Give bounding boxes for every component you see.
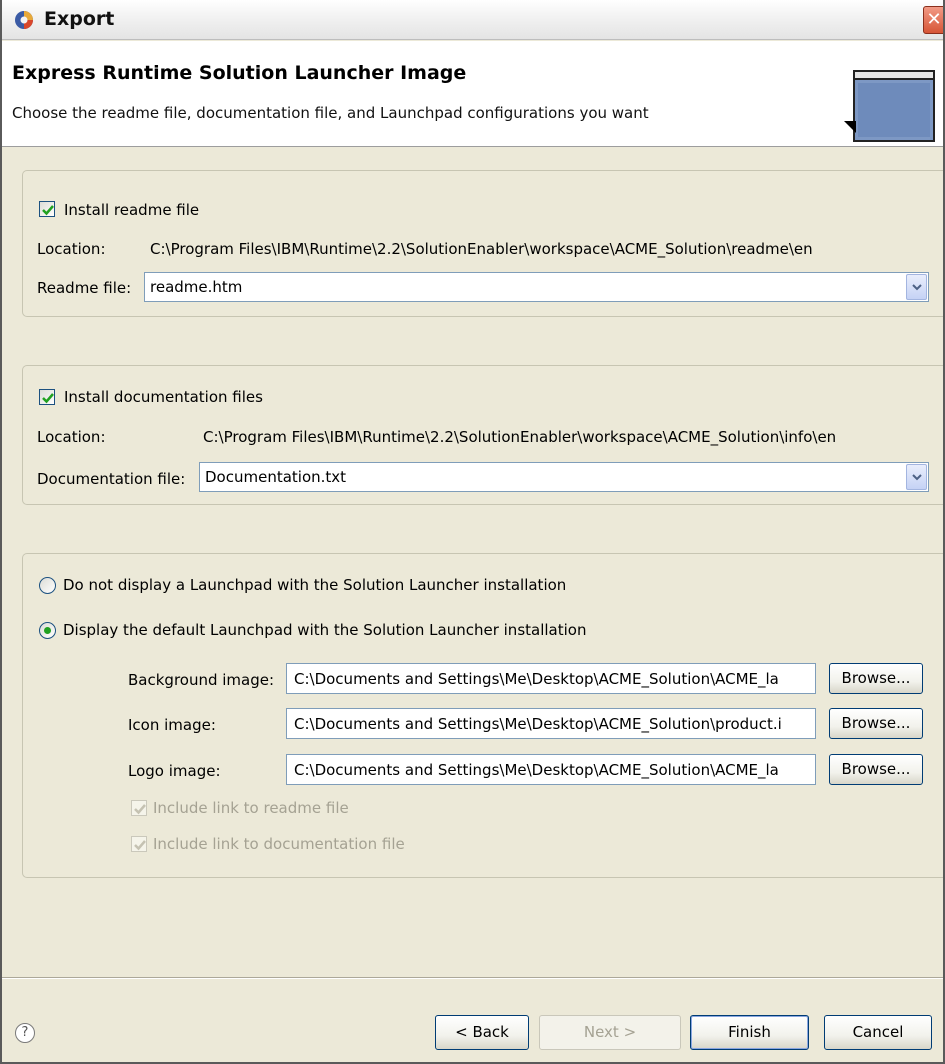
finish-button[interactable]: Finish bbox=[690, 1015, 809, 1050]
readme-file-value: readme.htm bbox=[150, 278, 243, 296]
radio-selected-dot bbox=[44, 627, 51, 634]
chevron-down-icon[interactable] bbox=[906, 464, 927, 490]
back-button-label: < Back bbox=[455, 1023, 509, 1041]
install-readme-label[interactable]: Install readme file bbox=[64, 201, 199, 219]
docs-file-label: Documentation file: bbox=[37, 470, 186, 488]
install-readme-checkbox[interactable] bbox=[39, 201, 55, 217]
docs-location-label: Location: bbox=[37, 428, 106, 446]
close-icon[interactable]: ✕ bbox=[923, 6, 943, 34]
export-banner-icon bbox=[844, 70, 935, 142]
no-launchpad-label[interactable]: Do not display a Launchpad with the Solu… bbox=[63, 576, 566, 594]
install-docs-label[interactable]: Install documentation files bbox=[64, 388, 263, 406]
logo-image-label: Logo image: bbox=[128, 762, 221, 780]
background-image-value: C:\Documents and Settings\Me\Desktop\ACM… bbox=[294, 670, 779, 688]
install-docs-checkbox[interactable] bbox=[39, 389, 55, 405]
next-button-label: Next > bbox=[583, 1023, 637, 1041]
browse-icon-button[interactable]: Browse... bbox=[829, 708, 923, 739]
icon-image-input[interactable]: C:\Documents and Settings\Me\Desktop\ACM… bbox=[286, 708, 816, 739]
logo-image-input[interactable]: C:\Documents and Settings\Me\Desktop\ACM… bbox=[286, 754, 816, 785]
documentation-group: Install documentation files Location: C:… bbox=[22, 365, 943, 505]
icon-image-value: C:\Documents and Settings\Me\Desktop\ACM… bbox=[294, 715, 782, 733]
icon-image-label: Icon image: bbox=[128, 716, 216, 734]
documentation-file-value: Documentation.txt bbox=[205, 468, 347, 486]
readme-location-label: Location: bbox=[37, 240, 106, 258]
window-title: Export bbox=[44, 8, 115, 30]
page-description: Choose the readme file, documentation fi… bbox=[12, 104, 649, 122]
background-image-input[interactable]: C:\Documents and Settings\Me\Desktop\ACM… bbox=[286, 663, 816, 694]
default-launchpad-label[interactable]: Display the default Launchpad with the S… bbox=[63, 621, 586, 639]
cancel-button[interactable]: Cancel bbox=[824, 1015, 932, 1050]
title-bar: Export ✕ bbox=[2, 0, 943, 40]
readme-group: Install readme file Location: C:\Program… bbox=[22, 170, 943, 317]
documentation-file-combo[interactable]: Documentation.txt bbox=[199, 462, 929, 492]
readme-file-combo[interactable]: readme.htm bbox=[144, 272, 929, 302]
page-title: Express Runtime Solution Launcher Image bbox=[12, 62, 467, 84]
browse-background-button[interactable]: Browse... bbox=[829, 663, 923, 694]
logo-image-value: C:\Documents and Settings\Me\Desktop\ACM… bbox=[294, 761, 779, 779]
wizard-header: Express Runtime Solution Launcher Image … bbox=[2, 41, 943, 147]
launchpad-group: Do not display a Launchpad with the Solu… bbox=[22, 553, 943, 878]
readme-file-label: Readme file: bbox=[37, 279, 132, 297]
docs-location-value: C:\Program Files\IBM\Runtime\2.2\Solutio… bbox=[203, 428, 837, 446]
browse-button-label: Browse... bbox=[841, 760, 911, 778]
browse-logo-button[interactable]: Browse... bbox=[829, 754, 923, 785]
next-button[interactable]: Next > bbox=[539, 1015, 681, 1050]
background-image-label: Background image: bbox=[128, 671, 275, 689]
link-readme-label: Include link to readme file bbox=[153, 799, 349, 817]
link-docs-label: Include link to documentation file bbox=[153, 835, 405, 853]
back-button[interactable]: < Back bbox=[435, 1015, 529, 1050]
no-launchpad-radio[interactable] bbox=[39, 577, 56, 594]
eclipse-app-icon bbox=[15, 11, 33, 29]
finish-button-label: Finish bbox=[728, 1023, 771, 1041]
help-icon[interactable]: ? bbox=[15, 1023, 35, 1043]
default-launchpad-radio[interactable] bbox=[39, 622, 56, 639]
link-readme-checkbox[interactable] bbox=[131, 800, 147, 816]
browse-button-label: Browse... bbox=[841, 714, 911, 732]
browse-button-label: Browse... bbox=[841, 669, 911, 687]
cancel-button-label: Cancel bbox=[852, 1023, 904, 1041]
footer-separator bbox=[2, 977, 943, 979]
link-docs-checkbox[interactable] bbox=[131, 836, 147, 852]
export-dialog: Export ✕ Express Runtime Solution Launch… bbox=[0, 0, 945, 1064]
chevron-down-icon[interactable] bbox=[906, 274, 927, 300]
readme-location-value: C:\Program Files\IBM\Runtime\2.2\Solutio… bbox=[150, 240, 813, 258]
